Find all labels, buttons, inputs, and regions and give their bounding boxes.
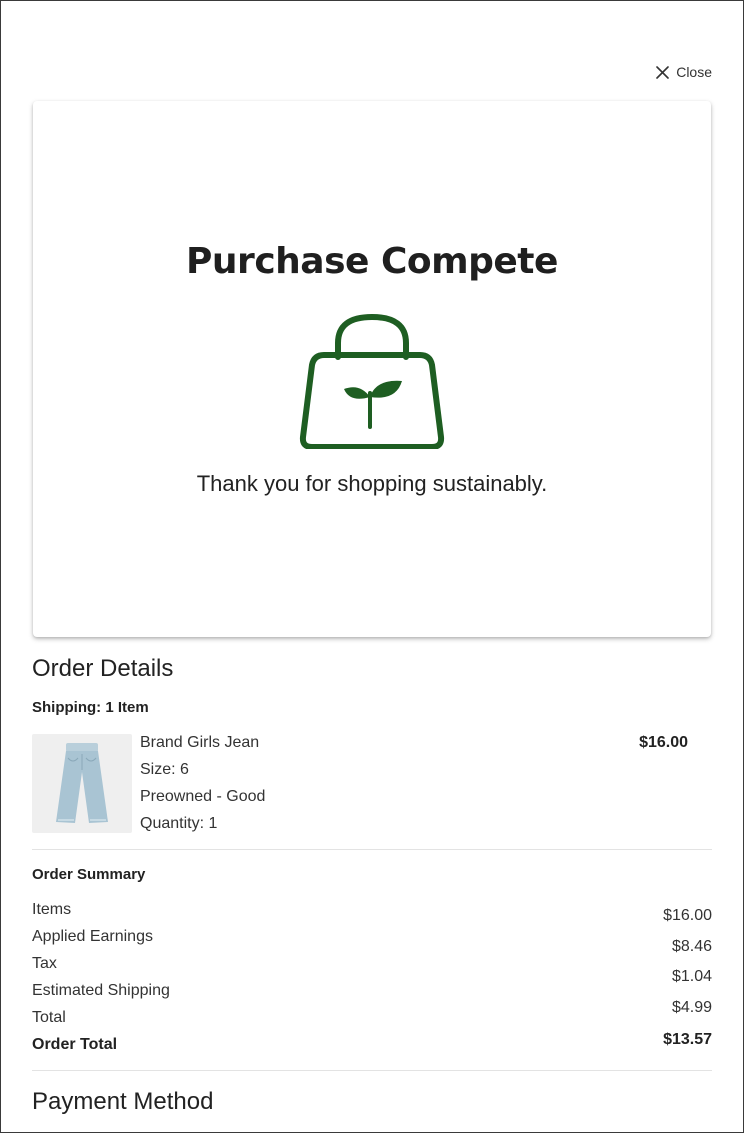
jeans-icon <box>56 743 108 823</box>
item-image[interactable] <box>32 734 132 833</box>
close-button[interactable]: Close <box>656 64 712 80</box>
summary-label-applied-earnings: Applied Earnings <box>32 928 153 945</box>
divider <box>32 849 712 850</box>
summary-value-2: $8.46 <box>671 938 712 955</box>
close-label: Close <box>676 64 712 80</box>
summary-label-total: Total <box>32 1009 66 1026</box>
order-summary-title: Order Summary <box>32 866 146 883</box>
summary-label-tax: Tax <box>32 955 57 972</box>
item-price: $16.00 <box>639 734 688 751</box>
payment-method-title: Payment Method <box>32 1088 214 1115</box>
item-size: Size: 6 <box>140 761 189 778</box>
purchase-complete-card: Purchase Compete Thank you for shopping … <box>33 101 711 637</box>
summary-value-1: $16.00 <box>663 907 712 924</box>
purchase-title: Purchase Compete <box>186 241 558 282</box>
item-name[interactable]: Brand Girls Jean <box>140 734 259 752</box>
summary-value-4: $4.99 <box>671 999 712 1016</box>
summary-label-items: Items <box>32 901 72 918</box>
shipping-label: Shipping: 1 Item <box>32 699 149 716</box>
summary-label-estimated-shipping: Estimated Shipping <box>32 982 170 999</box>
item-quantity: Quantity: 1 <box>140 815 218 832</box>
divider <box>32 1070 712 1071</box>
summary-label-order-total: Order Total <box>32 1036 118 1053</box>
summary-value-5: $13.57 <box>663 1031 712 1048</box>
order-details-title: Order Details <box>32 655 174 682</box>
summary-value-3: $1.04 <box>671 968 712 985</box>
item-condition: Preowned - Good <box>140 788 266 805</box>
shopping-bag-sprout-icon <box>299 313 445 449</box>
close-icon <box>656 65 670 79</box>
thank-you-message: Thank you for shopping sustainably. <box>196 471 548 496</box>
